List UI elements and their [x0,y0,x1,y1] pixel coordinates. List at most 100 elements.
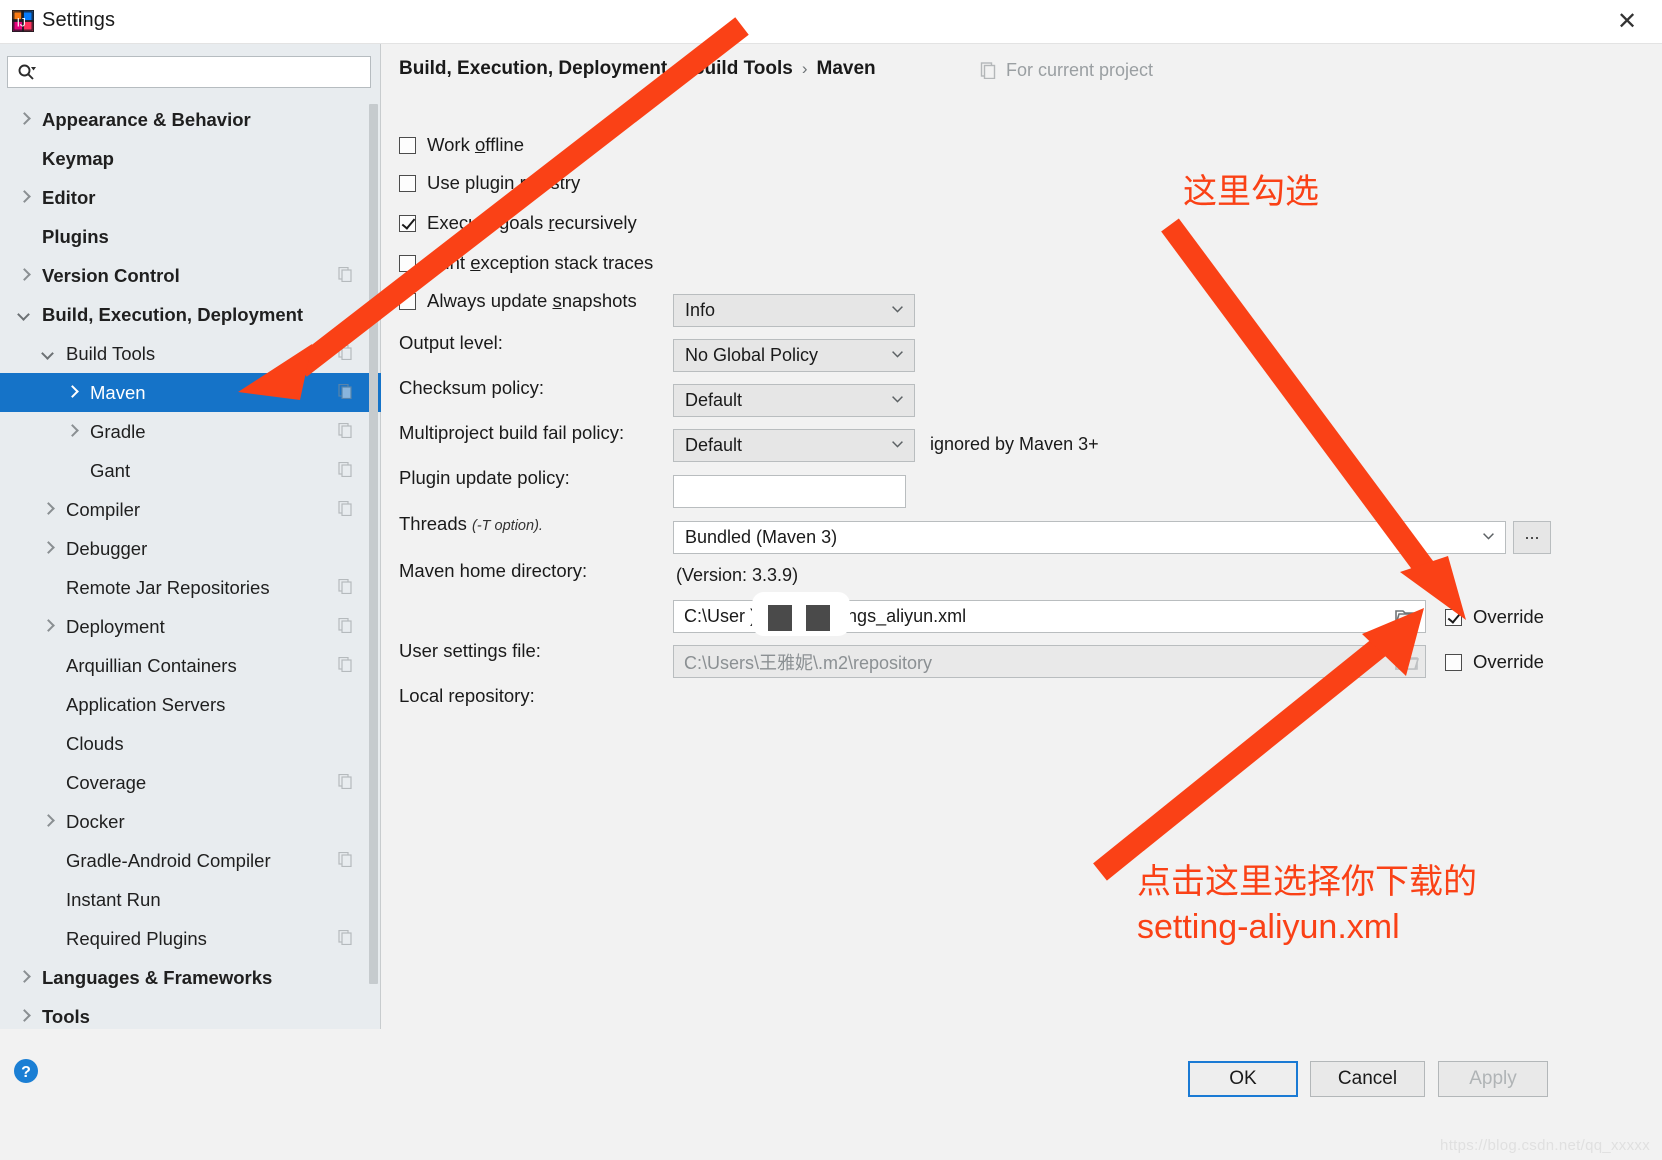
sidebar-item-compiler[interactable]: Compiler [0,490,381,529]
sidebar-item-languages-frameworks[interactable]: Languages & Frameworks [0,958,381,997]
maven-version-note: (Version: 3.3.9) [676,565,799,585]
output-level-combo[interactable]: Info [673,294,915,327]
sidebar-item-build-tools[interactable]: Build Tools [0,334,381,373]
sidebar-item-required-plugins[interactable]: Required Plugins [0,919,381,958]
sidebar-item-label: Keymap [42,147,114,169]
checkbox-box[interactable] [399,214,416,232]
threads-input[interactable] [673,475,906,508]
chevron-down-icon[interactable] [18,308,31,321]
checkbox-always-update-snapshots[interactable]: Always update snapshots [399,290,637,312]
user-settings-override-row[interactable]: Override [1445,606,1544,628]
sidebar-item-label: Deployment [66,615,165,637]
project-scope-badge-icon [338,501,352,516]
local-repository-override-checkbox[interactable] [1445,653,1462,671]
chevron-right-icon[interactable] [42,542,55,555]
maven-home-browse-button[interactable]: ... [1513,521,1551,554]
user-settings-override-checkbox[interactable] [1445,608,1462,626]
checksum-policy-value: No Global Policy [685,345,819,365]
intellij-idea-icon: IJ [12,10,34,32]
checkbox-label: Always update snapshots [427,290,637,312]
chevron-right-icon[interactable] [18,191,31,204]
sidebar-item-application-servers[interactable]: Application Servers [0,685,381,724]
multiproject-fail-policy-label: Multiproject build fail policy: [399,422,625,443]
sidebar-item-coverage[interactable]: Coverage [0,763,381,802]
chevron-down-icon[interactable] [42,347,55,360]
sidebar-item-build-execution-deployment[interactable]: Build, Execution, Deployment [0,295,381,334]
sidebar-item-gradle-android-compiler[interactable]: Gradle-Android Compiler [0,841,381,880]
sidebar-item-maven[interactable]: Maven [0,373,381,412]
project-scope-badge-icon [338,462,352,477]
checkbox-box[interactable] [399,174,416,192]
chevron-right-icon[interactable] [66,386,79,399]
checkbox-use-plugin-registry[interactable]: Use plugin registry [399,172,580,194]
checkbox-label: Work offline [427,134,524,156]
checksum-policy-combo[interactable]: No Global Policy [673,339,915,372]
svg-text:?: ? [21,1064,31,1081]
sidebar-item-keymap[interactable]: Keymap [0,139,381,178]
chevron-down-icon [892,351,903,358]
checkbox-print-exception-stack-traces[interactable]: Print exception stack traces [399,252,653,274]
project-scope-badge-icon [338,345,352,360]
sidebar-item-editor[interactable]: Editor [0,178,381,217]
sidebar-item-deployment[interactable]: Deployment [0,607,381,646]
chevron-right-icon[interactable] [18,1010,31,1023]
settings-tree[interactable]: Appearance & Behavior Keymap Editor Plugins… [0,100,381,1029]
chevron-right-icon[interactable] [42,620,55,633]
ok-button[interactable]: OK [1188,1061,1298,1097]
sidebar-item-label: Clouds [66,732,124,754]
chevron-down-icon [892,306,903,313]
chevron-right-icon[interactable] [18,269,31,282]
chevron-right-icon[interactable] [66,425,79,438]
sidebar-item-plugins[interactable]: Plugins [0,217,381,256]
local-repository-folder-icon[interactable] [1395,651,1419,671]
sidebar-item-arquillian-containers[interactable]: Arquillian Containers [0,646,381,685]
sidebar-item-appearance-behavior[interactable]: Appearance & Behavior [0,100,381,139]
sidebar-item-label: Remote Jar Repositories [66,576,270,598]
sidebar-item-instant-run[interactable]: Instant Run [0,880,381,919]
annotation-browse-note: 点击这里选择你下载的 setting-aliyun.xml [1137,863,1477,946]
threads-label-text: Threads [399,513,467,534]
threads-label-sub: (-T option). [472,518,543,534]
checkbox-work-offline[interactable]: Work offline [399,134,524,156]
plugin-update-policy-combo[interactable]: Default [673,429,915,462]
sidebar-item-label: Arquillian Containers [66,654,237,676]
checkbox-box[interactable] [399,292,416,310]
sidebar-scrollbar-thumb[interactable] [369,104,378,984]
sidebar-item-docker[interactable]: Docker [0,802,381,841]
multiproject-fail-policy-combo[interactable]: Default [673,384,915,417]
sidebar-item-gant[interactable]: Gant [0,451,381,490]
search-input[interactable] [42,62,342,82]
sidebar-item-gradle[interactable]: Gradle [0,412,381,451]
chevron-right-icon[interactable] [18,113,31,126]
chevron-right-icon[interactable] [42,503,55,516]
sidebar-item-clouds[interactable]: Clouds [0,724,381,763]
close-icon[interactable]: ✕ [1610,8,1644,36]
checkbox-box[interactable] [399,136,416,154]
svg-text:IJ: IJ [17,16,26,30]
maven-home-combo[interactable]: Bundled (Maven 3) [673,521,1506,554]
sidebar-item-debugger[interactable]: Debugger [0,529,381,568]
project-scope-badge-icon [338,423,352,438]
chevron-right-icon[interactable] [18,971,31,984]
checkbox-box[interactable] [399,254,416,272]
local-repository-override-row[interactable]: Override [1445,651,1544,673]
sidebar-item-label: Version Control [42,264,180,286]
chevron-right-icon[interactable] [42,815,55,828]
sidebar-item-tools[interactable]: Tools [0,997,381,1029]
sidebar-item-version-control[interactable]: Version Control [0,256,381,295]
user-settings-folder-icon[interactable] [1395,606,1419,626]
breadcrumb-separator: › [676,59,682,78]
checkbox-execute-goals-recursively[interactable]: Execute goals recursively [399,212,637,234]
sidebar-item-label: Docker [66,810,125,832]
sidebar-item-remote-jar-repositories[interactable]: Remote Jar Repositories [0,568,381,607]
search-box[interactable] [7,56,371,88]
cancel-button[interactable]: Cancel [1310,1061,1425,1097]
sidebar-item-label: Debugger [66,537,148,559]
local-repository-input[interactable]: C:\Users\王雅妮\.m2\repository [673,645,1426,678]
help-icon[interactable]: ? [13,1058,39,1084]
